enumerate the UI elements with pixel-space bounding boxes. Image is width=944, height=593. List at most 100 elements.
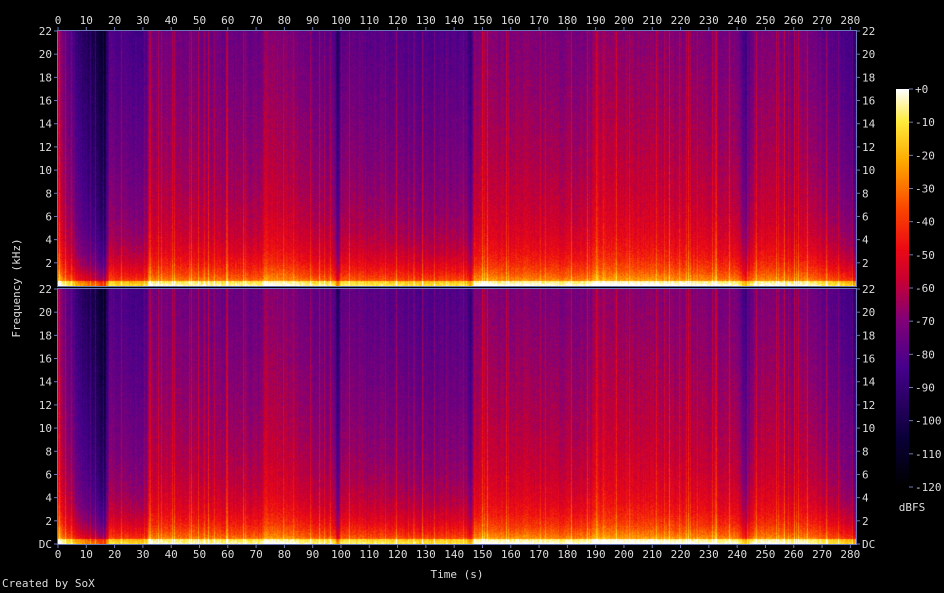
colorbar-tick-label: -70 (915, 315, 935, 328)
y-tick-right-label: 4 (862, 492, 869, 505)
y-tick-left-label: 14 (39, 376, 53, 389)
x-tick-top-label: 230 (699, 14, 719, 27)
y-tick-left-label: 6 (45, 468, 52, 481)
y-tick-right-label: 6 (862, 468, 869, 481)
y-tick-left-label: 12 (39, 399, 52, 412)
colorbar-tick-label: -20 (915, 149, 935, 162)
x-tick-bottom-label: 10 (80, 548, 93, 561)
x-tick-top-label: 110 (359, 14, 379, 27)
y-tick-right-label: 8 (862, 445, 869, 458)
y-tick-right-label: 18 (862, 329, 875, 342)
x-tick-top-label: 20 (108, 14, 121, 27)
colorbar-tick-label: -50 (915, 249, 935, 262)
x-axis-bottom: 0 10 20 30 40 50 60 70 80 90 100 110 120 130 140 150 160… (55, 544, 860, 561)
spectrogram-heatmap-bottom (58, 289, 856, 544)
credit-text: Created by SoX (2, 577, 95, 590)
y-tick-right-label: 18 (862, 71, 875, 84)
y-tick-right-label: 6 (862, 210, 869, 223)
y-tick-left-label: 22 (39, 25, 52, 38)
x-tick-bottom-label: 130 (416, 548, 436, 561)
x-tick-top-label: 240 (727, 14, 747, 27)
y-tick-right-label: 22 (862, 25, 875, 38)
colorbar-tick-label: -30 (915, 183, 935, 196)
y-tick-right-label: 14 (862, 376, 876, 389)
y-tick-right-label: 22 (862, 283, 875, 296)
y-tick-left-label: 12 (39, 141, 52, 154)
y-tick-left-label: 2 (45, 257, 52, 270)
colorbar-tick-label: +0 (915, 83, 928, 96)
y-tick-left-label: 22 (39, 283, 52, 296)
y-tick-right-label: 16 (862, 95, 875, 108)
colorbar-tick-label: -40 (915, 216, 935, 229)
x-tick-top-label: 170 (529, 14, 549, 27)
x-tick-bottom-label: 200 (614, 548, 634, 561)
y-tick-right-label: 2 (862, 515, 869, 528)
x-tick-top-label: 250 (756, 14, 776, 27)
y-tick-right-label: 12 (862, 399, 875, 412)
y-tick-left-label: 20 (39, 306, 52, 319)
x-tick-top-label: 0 (55, 14, 62, 27)
spectrogram-bottom-channel (58, 289, 856, 544)
y-tick-right-label: 8 (862, 187, 869, 200)
y-tick-left-label: DC (39, 538, 52, 551)
x-tick-top-label: 60 (221, 14, 234, 27)
colorbar-gradient (896, 89, 909, 487)
x-tick-top-label: 40 (165, 14, 178, 27)
x-tick-top-label: 120 (388, 14, 408, 27)
x-tick-top-label: 160 (501, 14, 521, 27)
y-tick-right-label: 20 (862, 306, 875, 319)
x-tick-bottom-label: 70 (249, 548, 262, 561)
x-tick-bottom-label: 60 (221, 548, 234, 561)
x-tick-bottom-label: 280 (840, 548, 860, 561)
colorbar-ticks: +0 -10 -20 -30 -40 -50 -60 -70 -80 -90 -100 -110 -12… (909, 83, 942, 494)
y-tick-left-label: 2 (45, 515, 52, 528)
x-tick-bottom-label: 190 (586, 548, 606, 561)
colorbar: +0 -10 -20 -30 -40 -50 -60 -70 -80 -90 -100 -110 -12… (896, 83, 942, 514)
y-tick-left-label: 10 (39, 422, 52, 435)
y-tick-left-label: 18 (39, 329, 52, 342)
x-tick-bottom-label: 100 (331, 548, 351, 561)
spectrogram-heatmap-top (58, 31, 856, 286)
y-tick-right-label: 4 (862, 234, 869, 247)
x-tick-top-label: 280 (840, 14, 860, 27)
colorbar-tick-label: -110 (915, 448, 942, 461)
y-tick-right-label: 14 (862, 118, 876, 131)
colorbar-tick-label: -60 (915, 282, 935, 295)
y-tick-left-label: 8 (45, 445, 52, 458)
x-tick-bottom-label: 180 (557, 548, 577, 561)
x-tick-bottom-label: 90 (306, 548, 319, 561)
x-tick-bottom-label: 30 (136, 548, 149, 561)
y-tick-right-label: 10 (862, 164, 875, 177)
y-tick-right-label: DC (862, 538, 875, 551)
x-tick-top-label: 50 (193, 14, 206, 27)
x-tick-top-label: 150 (473, 14, 493, 27)
x-tick-top-label: 100 (331, 14, 351, 27)
y-tick-left-label: 6 (45, 210, 52, 223)
x-tick-top-label: 30 (136, 14, 149, 27)
y-tick-right-label: 12 (862, 141, 875, 154)
y-tick-left-label: 16 (39, 353, 52, 366)
colorbar-tick-label: -90 (915, 382, 935, 395)
x-tick-top-label: 220 (671, 14, 691, 27)
x-tick-bottom-label: 150 (473, 548, 493, 561)
x-tick-top-label: 180 (557, 14, 577, 27)
x-tick-top-label: 270 (812, 14, 832, 27)
y-tick-left-label: 16 (39, 95, 52, 108)
y-tick-right-label: 20 (862, 48, 875, 61)
x-tick-bottom-label: 250 (756, 548, 776, 561)
x-tick-bottom-label: 240 (727, 548, 747, 561)
x-tick-top-label: 130 (416, 14, 436, 27)
x-tick-bottom-label: 50 (193, 548, 206, 561)
x-tick-top-label: 260 (784, 14, 804, 27)
colorbar-tick-label: -10 (915, 116, 935, 129)
y-tick-right-label: 10 (862, 422, 875, 435)
x-tick-bottom-label: 20 (108, 548, 121, 561)
y-tick-right-label: 2 (862, 257, 869, 270)
colorbar-tick-label: -120 (915, 481, 942, 494)
y-tick-left-label: 8 (45, 187, 52, 200)
colorbar-tick-label: -80 (915, 348, 935, 361)
colorbar-label: dBFS (899, 501, 926, 514)
y-tick-left-label: 18 (39, 71, 52, 84)
y-tick-left-label: 14 (39, 118, 53, 131)
x-tick-bottom-label: 0 (55, 548, 62, 561)
